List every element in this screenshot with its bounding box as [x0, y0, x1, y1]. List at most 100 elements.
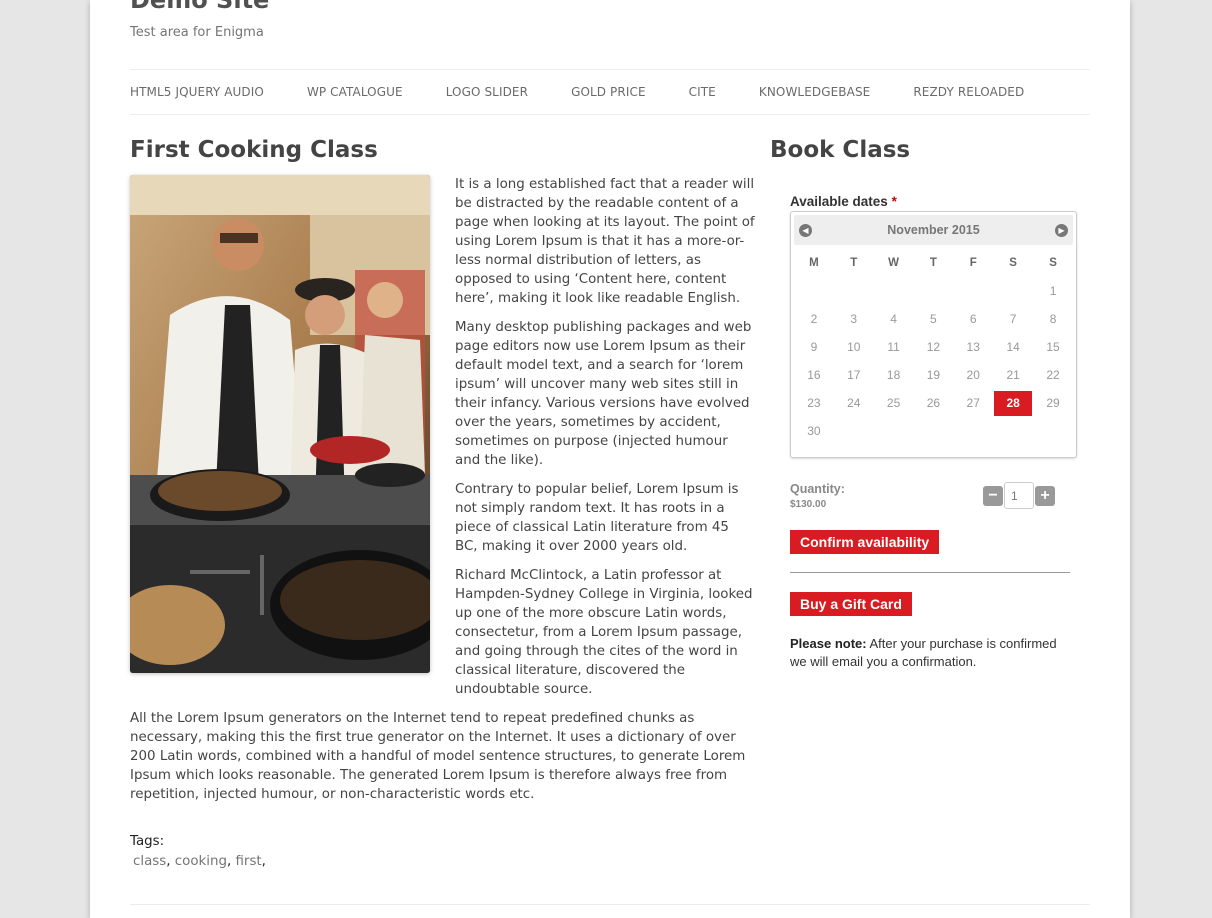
calendar-day	[874, 277, 914, 305]
arrow-right-icon[interactable]: ▶	[1054, 223, 1068, 237]
nav-item-html5-jquery-audio[interactable]: HTML5 JQUERY AUDIO	[130, 85, 264, 99]
minus-icon[interactable]: −	[983, 485, 1003, 506]
calendar-day[interactable]: 15	[1033, 333, 1073, 361]
tags-block: Tags: class, cooking, first,	[130, 830, 755, 869]
calendar-day[interactable]: 26	[913, 389, 953, 417]
site-title[interactable]: Demo Site	[130, 0, 269, 14]
calendar-day[interactable]: 12	[913, 333, 953, 361]
weekday-row: MTWTFSS	[794, 249, 1073, 277]
calendar-day[interactable]: 8	[1033, 305, 1073, 333]
main-navigation: HTML5 JQUERY AUDIO WP CATALOGUE LOGO SLI…	[130, 69, 1090, 115]
calendar-week: 9 10 11 12 13 14 15	[794, 333, 1073, 361]
calendar-day	[993, 277, 1033, 305]
required-mark: *	[891, 194, 897, 209]
calendar-header: ◀ November 2015 ▶	[794, 215, 1073, 245]
weekday-header: M	[809, 257, 819, 269]
nav-item-cite[interactable]: CITE	[689, 85, 716, 99]
arrow-left-icon[interactable]: ◀	[799, 223, 812, 237]
calendar-day	[834, 417, 874, 445]
paragraph-5: All the Lorem Ipsum generators on the In…	[130, 711, 746, 802]
calendar-day[interactable]: 21	[993, 361, 1033, 389]
calendar-day[interactable]: 4	[874, 305, 914, 333]
calendar-grid: MTWTFSS 1 2 3 4 5 6 7 8 9 10 11 12 13 14 15 16 17 18 19 20 2…	[794, 249, 1073, 445]
post-title: First Cooking Class	[130, 137, 378, 163]
calendar-day[interactable]: 22	[1033, 361, 1073, 389]
plus-icon[interactable]: +	[1035, 485, 1055, 506]
calendar-day[interactable]: 18	[874, 361, 914, 389]
calendar-day[interactable]: 19	[913, 361, 953, 389]
tag-link-class[interactable]: class	[133, 854, 166, 869]
calendar-day[interactable]: 30	[794, 417, 834, 445]
selected-day-label: 28	[994, 390, 1033, 416]
tag-link-cooking[interactable]: cooking	[175, 854, 227, 869]
booking-sidebar: Book Class Available dates * ◀ November …	[770, 134, 1090, 671]
weekday-header: W	[888, 257, 899, 269]
tags-list: class, cooking, first,	[133, 854, 266, 869]
confirm-availability-button[interactable]: Confirm availability	[790, 530, 940, 554]
site-tagline: Test area for Enigma	[130, 25, 264, 40]
calendar-day	[913, 417, 953, 445]
featured-image	[130, 175, 430, 673]
calendar-day[interactable]: 27	[953, 389, 993, 417]
calendar-body: 1 2 3 4 5 6 7 8 9 10 11 12 13 14 15 16 17 18 19 20 21 22 23 24 2…	[794, 277, 1073, 445]
weekday-header: S	[1009, 257, 1017, 269]
calendar-week: 30	[794, 417, 1073, 445]
calendar-day	[834, 277, 874, 305]
calendar-day-selected[interactable]: 28	[993, 389, 1033, 417]
calendar-day[interactable]: 9	[794, 333, 834, 361]
calendar-day[interactable]: 6	[953, 305, 993, 333]
calendar-day[interactable]: 10	[834, 333, 874, 361]
calendar-day	[913, 277, 953, 305]
calendar-week: 2345678	[794, 305, 1073, 333]
calendar-week: 16 17 18 19 20 21 22	[794, 361, 1073, 389]
buy-gift-card-button[interactable]: Buy a Gift Card	[790, 592, 912, 616]
nav-item-rezdy-reloaded[interactable]: REZDY RELOADED	[913, 85, 1024, 99]
cooking-class-photo	[130, 175, 430, 673]
calendar-day[interactable]: 5	[913, 305, 953, 333]
nav-item-wp-catalogue[interactable]: WP CATALOGUE	[307, 85, 403, 99]
tags-label: Tags:	[130, 834, 165, 849]
weekday-header: S	[1049, 257, 1057, 269]
date-picker-calendar: ◀ November 2015 ▶ MTWTFSS 1 2 3 4 5 6 7 8 9 10 11 1…	[790, 211, 1077, 458]
quantity-row: Quantity: $130.00 − +	[790, 482, 1080, 530]
calendar-day[interactable]: 13	[953, 333, 993, 361]
calendar-day[interactable]: 29	[1033, 389, 1073, 417]
purchase-note: Please note: After your purchase is conf…	[790, 635, 1070, 671]
post-article: First Cooking Class It is a long establi…	[130, 134, 755, 869]
calendar-week: 1	[794, 277, 1073, 305]
post-content: It is a long established fact that a rea…	[130, 175, 755, 804]
calendar-day[interactable]: 20	[953, 361, 993, 389]
weekday-header: T	[850, 257, 858, 269]
calendar-day	[953, 277, 993, 305]
footer-divider	[130, 904, 1090, 905]
available-dates-label: Available dates *	[790, 194, 1080, 209]
weekday-header: T	[929, 257, 937, 269]
calendar-day[interactable]: 1	[1033, 277, 1073, 305]
quantity-stepper: − +	[983, 482, 1055, 509]
calendar-week: 23 24 25 26 27 28 29	[794, 389, 1073, 417]
tag-link-first[interactable]: first	[236, 854, 262, 869]
calendar-day[interactable]: 23	[794, 389, 834, 417]
calendar-month: November 2015	[887, 223, 980, 237]
calendar-day[interactable]: 2	[794, 305, 834, 333]
nav-item-logo-slider[interactable]: LOGO SLIDER	[446, 85, 528, 99]
calendar-day[interactable]: 7	[993, 305, 1033, 333]
calendar-day	[794, 277, 834, 305]
weekday-header: F	[969, 257, 977, 269]
booking-form: Available dates * ◀ November 2015 ▶ M T W T…	[790, 194, 1080, 671]
calendar-day[interactable]: 11	[874, 333, 914, 361]
calendar-day	[953, 417, 993, 445]
book-class-title: Book Class	[770, 137, 911, 163]
calendar-day[interactable]: 24	[834, 389, 874, 417]
calendar-day[interactable]: 16	[794, 361, 834, 389]
nav-item-knowledgebase[interactable]: KNOWLEDGEBASE	[759, 85, 871, 99]
calendar-day[interactable]: 14	[993, 333, 1033, 361]
calendar-day[interactable]: 25	[874, 389, 914, 417]
page-container: Demo Site Test area for Enigma HTML5 JQU…	[90, 0, 1130, 918]
quantity-input[interactable]	[1004, 482, 1034, 509]
nav-item-gold-price[interactable]: GOLD PRICE	[571, 85, 646, 99]
divider	[790, 572, 1070, 573]
calendar-day[interactable]: 17	[834, 361, 874, 389]
calendar-day	[1033, 417, 1073, 445]
calendar-day[interactable]: 3	[834, 305, 874, 333]
